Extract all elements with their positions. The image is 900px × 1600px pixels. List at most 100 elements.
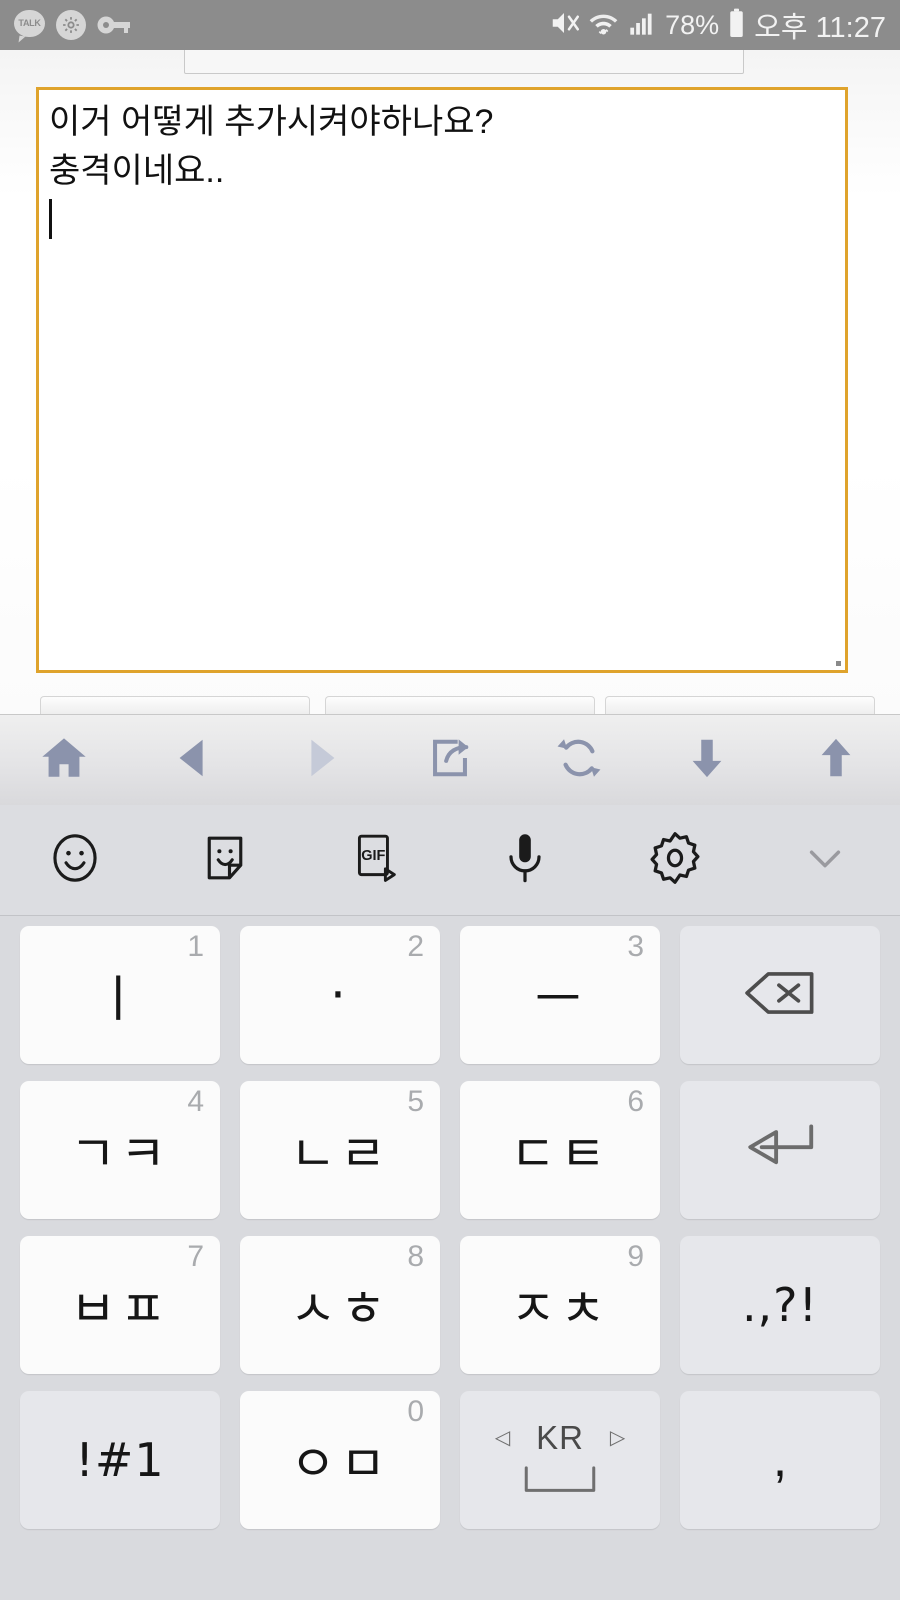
key-number: 8 <box>407 1240 424 1273</box>
key-i[interactable]: 1 ㅣ <box>20 926 220 1064</box>
key-nieun-rieul[interactable]: 5 ㄴㄹ <box>240 1081 440 1219</box>
textarea-line-1: 이거 어떻게 추가시켜야하나요? <box>49 103 494 141</box>
backspace-key[interactable] <box>680 926 880 1064</box>
key-label: , <box>772 1430 788 1489</box>
status-bar-right-icons: 78% 오후 11:27 <box>549 4 886 46</box>
punctuation-key[interactable]: .,?! <box>680 1236 880 1374</box>
web-page-content: 이거 어떻게 추가시켜야하나요? 충격이네요.. <box>0 50 900 714</box>
gif-button[interactable]: GIF <box>300 805 450 915</box>
key-digeut-tieut[interactable]: 6 ㄷㅌ <box>460 1081 660 1219</box>
cellular-signal-icon <box>628 9 656 42</box>
gif-icon: GIF <box>349 831 401 890</box>
key-label: ㅣ <box>95 970 145 1028</box>
key-giyeok-kieuk[interactable]: 4 ㄱㅋ <box>20 1081 220 1219</box>
key-siot-hieut[interactable]: 8 ㅅㅎ <box>240 1236 440 1374</box>
voice-input-button[interactable] <box>450 805 600 915</box>
space-key-language-row: ◁ KR ▷ <box>495 1419 626 1457</box>
comma-key[interactable]: , <box>680 1391 880 1529</box>
kakaotalk-icon: TALK <box>14 9 45 43</box>
key-number: 1 <box>187 930 204 963</box>
chevron-down-icon <box>802 835 848 886</box>
key-number: 2 <box>407 930 424 963</box>
sticker-icon <box>198 831 252 890</box>
keyboard-row-3: 7 ㅂㅍ 8 ㅅㅎ 9 ㅈㅊ .,?! <box>20 1236 880 1374</box>
key-label: ㅇㅁ <box>290 1435 390 1493</box>
textarea-line-2: 충격이네요.. <box>49 152 225 190</box>
key-number: 4 <box>187 1085 204 1118</box>
svg-text:GIF: GIF <box>361 848 385 864</box>
key-jieut-chieut[interactable]: 9 ㅈㅊ <box>460 1236 660 1374</box>
keyboard-toolbar: GIF <box>0 805 900 915</box>
keyboard-row-1: 1 ㅣ 2 · 3 ㅡ <box>20 926 880 1064</box>
refresh-icon <box>556 735 602 786</box>
battery-icon <box>728 8 745 43</box>
key-label: .,?! <box>741 1278 819 1332</box>
page-button-row <box>0 696 900 714</box>
enter-icon <box>741 1120 819 1181</box>
wifi-icon <box>588 8 619 43</box>
symbols-key[interactable]: !#1 <box>20 1391 220 1529</box>
key-ieung-mieum[interactable]: 0 ㅇㅁ <box>240 1391 440 1529</box>
page-button-2[interactable] <box>325 696 595 714</box>
key-label: ㅡ <box>535 970 585 1028</box>
forward-arrow-icon <box>298 735 344 786</box>
key-dot[interactable]: 2 · <box>240 926 440 1064</box>
korean-keyboard: 1 ㅣ 2 · 3 ㅡ 4 ㄱㅋ 5 ㄴㄹ 6 ㄷㅌ 7 ㅂㅍ 8 ㅅㅎ 9 ㅈ… <box>0 915 900 1600</box>
next-language-arrow-icon[interactable]: ▷ <box>610 1428 625 1448</box>
textarea-resize-handle[interactable] <box>836 661 841 666</box>
kakaotalk-icon-label: TALK <box>18 18 41 28</box>
scroll-up-button[interactable] <box>771 715 900 805</box>
forward-button[interactable] <box>257 715 386 805</box>
mute-icon <box>549 8 580 43</box>
back-arrow-icon <box>170 735 216 786</box>
key-number: 5 <box>407 1085 424 1118</box>
phone-screen: TALK 78% 오후 11:27 이거 어떻게 추가시켜야하나요? 충격이네요… <box>0 0 900 1600</box>
key-number: 0 <box>407 1395 424 1428</box>
status-bar: TALK 78% 오후 11:27 <box>0 0 900 50</box>
status-bar-left-icons: TALK <box>14 9 131 43</box>
key-bieup-pieup[interactable]: 7 ㅂㅍ <box>20 1236 220 1374</box>
sticker-button[interactable] <box>150 805 300 915</box>
down-arrow-icon <box>684 735 730 786</box>
home-icon <box>39 733 89 788</box>
refresh-button[interactable] <box>514 715 643 805</box>
key-number: 7 <box>187 1240 204 1273</box>
status-bar-clock: 오후 11:27 <box>754 12 886 44</box>
vpn-key-icon <box>97 15 131 35</box>
back-button[interactable] <box>129 715 258 805</box>
comment-textarea[interactable]: 이거 어떻게 추가시켜야하나요? 충격이네요.. <box>36 87 848 673</box>
key-label: ㅈㅊ <box>510 1280 610 1338</box>
keyboard-language-label: KR <box>536 1419 584 1456</box>
key-label: !#1 <box>75 1433 165 1487</box>
settings-gear-icon <box>56 10 86 40</box>
keyboard-row-2: 4 ㄱㅋ 5 ㄴㄹ 6 ㄷㅌ <box>20 1081 880 1219</box>
emoji-button[interactable] <box>0 805 150 915</box>
hide-keyboard-button[interactable] <box>750 805 900 915</box>
keyboard-row-4: !#1 0 ㅇㅁ ◁ KR ▷ , <box>20 1391 880 1529</box>
gear-icon <box>647 830 703 891</box>
enter-key[interactable] <box>680 1081 880 1219</box>
home-button[interactable] <box>0 715 129 805</box>
key-number: 9 <box>627 1240 644 1273</box>
microphone-icon <box>499 830 551 891</box>
page-button-1[interactable] <box>40 696 310 714</box>
space-key[interactable]: ◁ KR ▷ <box>460 1391 660 1529</box>
page-button-3[interactable] <box>605 696 875 714</box>
up-arrow-icon <box>813 735 859 786</box>
key-label: ㄷㅌ <box>510 1125 610 1183</box>
scroll-down-button[interactable] <box>643 715 772 805</box>
share-icon <box>427 735 473 786</box>
smiley-icon <box>46 829 104 892</box>
text-caret <box>49 199 52 239</box>
key-eu[interactable]: 3 ㅡ <box>460 926 660 1064</box>
key-number: 3 <box>627 930 644 963</box>
browser-toolbar <box>0 714 900 805</box>
space-icon <box>515 1466 605 1501</box>
key-label: ㅂㅍ <box>70 1280 170 1338</box>
page-search-input[interactable] <box>184 50 744 74</box>
key-label: ㄱㅋ <box>70 1125 170 1183</box>
share-button[interactable] <box>386 715 515 805</box>
prev-language-arrow-icon[interactable]: ◁ <box>495 1428 510 1448</box>
keyboard-settings-button[interactable] <box>600 805 750 915</box>
key-label: · <box>330 966 350 1024</box>
